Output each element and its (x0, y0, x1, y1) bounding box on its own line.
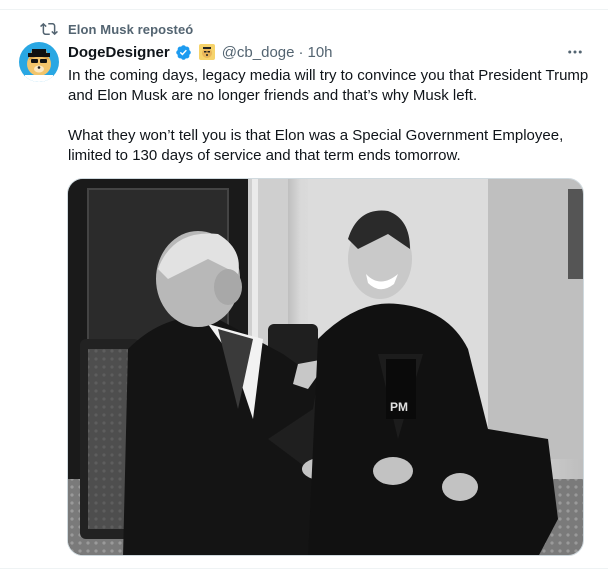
author-avatar[interactable] (19, 42, 59, 82)
photo-image: PM (68, 179, 583, 555)
top-divider (0, 9, 608, 10)
tweet-header: DogeDesigner @cb_doge · 10h (68, 42, 333, 62)
more-options-button[interactable] (565, 42, 585, 62)
bottom-divider (0, 568, 608, 569)
tweet-paragraph-1: In the coming days, legacy media will tr… (68, 67, 589, 104)
tweet-paragraph-2: What they won’t tell you is that Elon wa… (68, 127, 564, 164)
doge-affiliate-badge[interactable] (198, 44, 215, 60)
separator-dot: · (298, 43, 304, 61)
author-name[interactable]: DogeDesigner (68, 44, 170, 61)
author-handle[interactable]: @cb_doge (222, 44, 295, 61)
tweet-timestamp[interactable]: 10h (307, 44, 332, 61)
repost-label[interactable]: Elon Musk reposteó (68, 22, 193, 37)
more-options-icon (568, 50, 582, 54)
tweet-body: In the coming days, legacy media will tr… (68, 66, 598, 166)
repost-indicator[interactable]: Elon Musk reposteó (40, 20, 193, 38)
svg-text:PM: PM (390, 400, 408, 414)
doge-avatar-icon (19, 42, 59, 82)
tweet-photo[interactable]: PM (67, 178, 584, 556)
repost-icon (40, 22, 58, 36)
verified-badge-icon[interactable] (175, 44, 192, 61)
